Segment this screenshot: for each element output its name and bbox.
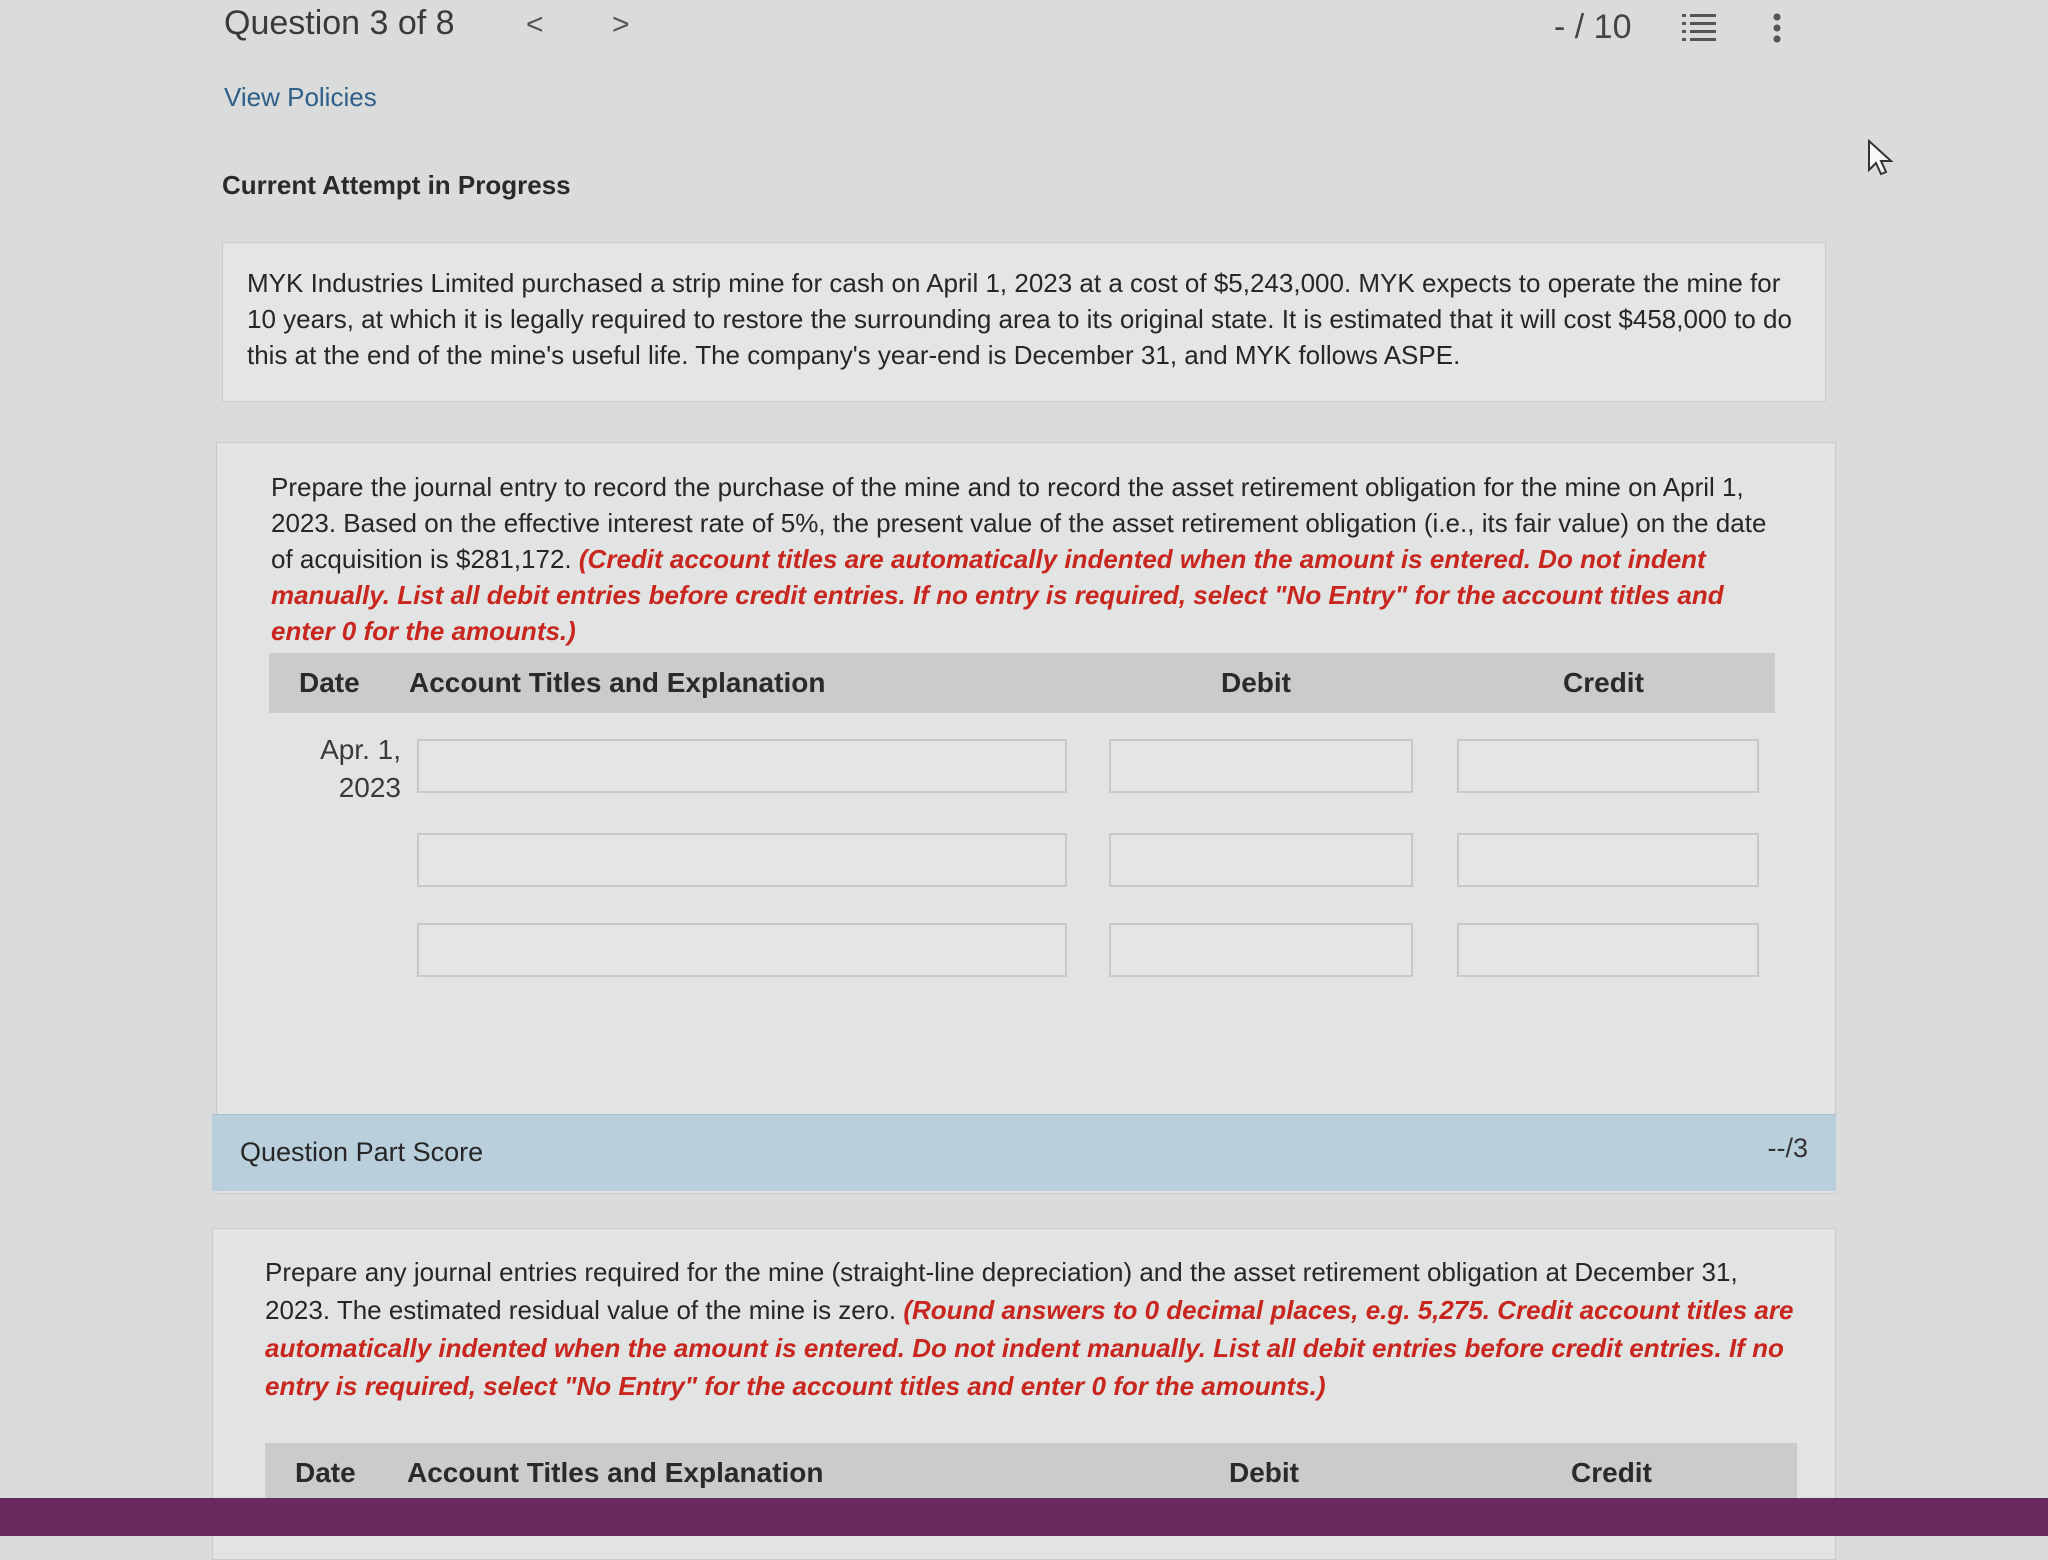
question-part-score-bar: Question Part Score --/3 bbox=[212, 1114, 1836, 1191]
question-score: - / 10 bbox=[1554, 8, 1632, 46]
list-icon[interactable] bbox=[1682, 12, 1716, 42]
os-taskbar bbox=[0, 1498, 2048, 1536]
top-bar: Question 3 of 8 < > - / 10 bbox=[0, 0, 2048, 60]
debit-input-1[interactable] bbox=[1109, 739, 1413, 793]
header-debit: Debit bbox=[1221, 667, 1291, 698]
mouse-cursor-icon bbox=[1868, 138, 1894, 176]
header-date-2: Date bbox=[295, 1457, 356, 1488]
header-date: Date bbox=[299, 667, 360, 698]
more-vertical-icon[interactable] bbox=[1766, 12, 1788, 44]
next-question-icon[interactable]: > bbox=[612, 8, 630, 42]
part-score-label: Question Part Score bbox=[240, 1137, 484, 1167]
credit-input-1[interactable] bbox=[1457, 739, 1759, 793]
header-credit: Credit bbox=[1563, 667, 1644, 698]
account-title-input-2[interactable] bbox=[417, 833, 1067, 887]
problem-text: MYK Industries Limited purchased a strip… bbox=[247, 268, 1792, 370]
header-account-2: Account Titles and Explanation bbox=[407, 1457, 824, 1488]
debit-input-3[interactable] bbox=[1109, 923, 1413, 977]
journal-table-header: Date Account Titles and Explanation Debi… bbox=[269, 653, 1775, 713]
attempt-status: Current Attempt in Progress bbox=[222, 170, 571, 200]
problem-card: MYK Industries Limited purchased a strip… bbox=[222, 242, 1826, 402]
part1-instructions: Prepare the journal entry to record the … bbox=[271, 469, 1791, 649]
credit-input-3[interactable] bbox=[1457, 923, 1759, 977]
view-policies-link[interactable]: View Policies bbox=[224, 82, 377, 113]
part2-instructions: Prepare any journal entries required for… bbox=[265, 1253, 1805, 1405]
entry-date-line2: 2023 bbox=[338, 772, 401, 803]
entry-date: Apr. 1, 2023 bbox=[301, 731, 401, 807]
account-title-input-3[interactable] bbox=[417, 923, 1067, 977]
question-title: Question 3 of 8 bbox=[224, 4, 455, 42]
question-part-1: Prepare the journal entry to record the … bbox=[216, 442, 1836, 1194]
credit-input-2[interactable] bbox=[1457, 833, 1759, 887]
account-title-input-1[interactable] bbox=[417, 739, 1067, 793]
previous-question-icon[interactable]: < bbox=[526, 8, 544, 42]
part-score-value: --/3 bbox=[1767, 1133, 1809, 1163]
journal-table-header-2: Date Account Titles and Explanation Debi… bbox=[265, 1443, 1797, 1503]
header-debit-2: Debit bbox=[1229, 1457, 1299, 1488]
entry-date-line1: Apr. 1, bbox=[320, 734, 401, 765]
header-account: Account Titles and Explanation bbox=[409, 667, 826, 698]
debit-input-2[interactable] bbox=[1109, 833, 1413, 887]
header-credit-2: Credit bbox=[1571, 1457, 1652, 1488]
